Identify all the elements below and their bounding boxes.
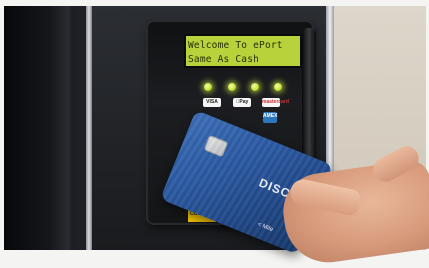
visa-logo: VISA bbox=[203, 98, 221, 107]
status-led bbox=[204, 83, 212, 91]
mastercard-logo: mastercard bbox=[262, 98, 289, 107]
lcd-display: Welcome To ePort Same As Cash bbox=[184, 34, 302, 68]
machine-frame bbox=[4, 6, 70, 250]
apple-pay-label: Pay bbox=[237, 99, 248, 105]
card-subtext: < Mile bbox=[256, 221, 274, 234]
status-led bbox=[228, 83, 236, 91]
lcd-line-2: Same As Cash bbox=[188, 54, 260, 65]
card-chip bbox=[203, 134, 229, 158]
amex-logo: AMEX bbox=[263, 112, 277, 123]
lcd-line-1: Welcome To ePort bbox=[188, 40, 283, 51]
status-led bbox=[251, 83, 259, 91]
status-led bbox=[274, 83, 282, 91]
apple-pay-logo: Pay bbox=[233, 98, 251, 107]
